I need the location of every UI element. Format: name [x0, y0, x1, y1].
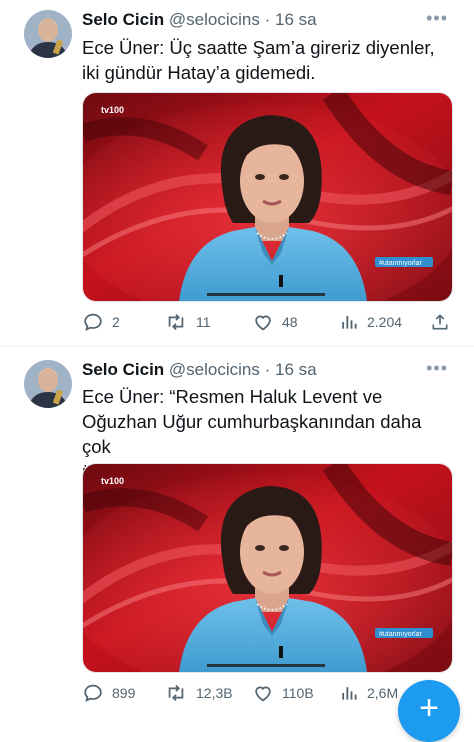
more-horizontal-icon[interactable]: •••	[426, 358, 448, 379]
heart-icon	[255, 686, 271, 702]
reply-count: 2	[112, 314, 120, 330]
author-name[interactable]: Selo Cicin	[82, 360, 164, 379]
tweet-time[interactable]: 16 sa	[275, 360, 317, 379]
views-button[interactable]: 2.204	[339, 311, 402, 333]
share-button[interactable]	[430, 311, 450, 333]
author-handle[interactable]: @selocicins	[169, 10, 260, 29]
plus-icon: +	[419, 689, 439, 727]
view-count: 2.204	[367, 314, 403, 330]
retweet-button[interactable]: 12,3B	[164, 682, 233, 704]
reply-icon	[84, 313, 102, 331]
separator-dot: ·	[264, 10, 271, 29]
retweet-icon	[168, 314, 184, 330]
share-icon	[432, 314, 448, 330]
news-anchor-image: tv100 #utanmıyorlar	[83, 464, 452, 672]
tweet-media[interactable]: tv100 #utanmıyorlar	[82, 92, 453, 302]
heart-icon	[255, 315, 271, 331]
reply-button[interactable]: 899	[82, 682, 135, 704]
tweet-text-line: Ece Üner: “Resmen Haluk Levent ve	[82, 386, 383, 407]
like-count: 48	[282, 314, 298, 330]
compose-button[interactable]: +	[398, 680, 460, 742]
like-button[interactable]: 110B	[252, 682, 314, 704]
avatar[interactable]	[24, 10, 72, 58]
retweet-count: 12,3B	[196, 685, 233, 701]
more-horizontal-icon[interactable]: •••	[426, 8, 448, 29]
overlay-tag: #utanmıyorlar	[379, 260, 422, 267]
tweet-media[interactable]: tv100 #utanmıyorlar	[82, 463, 453, 673]
like-button[interactable]: 48	[252, 311, 298, 333]
tweet-text-line: iki gündür Hatay’a gidemedi.	[82, 62, 316, 83]
reply-count: 899	[112, 685, 136, 701]
channel-logo: tv100	[101, 105, 124, 115]
analytics-icon	[342, 687, 357, 700]
channel-logo: tv100	[101, 476, 124, 486]
retweet-button[interactable]: 11	[164, 311, 211, 333]
views-button[interactable]: 2,6M	[339, 682, 398, 704]
action-bar: 2 11 48 2.204	[82, 311, 454, 335]
analytics-icon	[342, 316, 357, 329]
news-anchor-image: tv100 #utanmıyorlar	[83, 93, 452, 301]
reply-button[interactable]: 2	[82, 311, 120, 333]
tweet-text-line: Oğuzhan Uğur cumhurbaşkanından daha çok	[82, 411, 422, 457]
author-handle[interactable]: @selocicins	[169, 360, 260, 379]
tweet-text: Ece Üner: Üç saatte Şam’a gireriz diyenl…	[82, 35, 452, 85]
view-count: 2,6M	[367, 685, 399, 701]
overlay-tag: #utanmıyorlar	[379, 631, 422, 638]
author-name[interactable]: Selo Cicin	[82, 10, 164, 29]
divider	[0, 346, 474, 347]
tweet-time[interactable]: 16 sa	[275, 10, 317, 29]
avatar[interactable]	[24, 360, 72, 408]
retweet-icon	[168, 685, 184, 701]
tweet-text-line: Ece Üner: Üç saatte Şam’a gireriz diyenl…	[82, 37, 435, 58]
separator-dot: ·	[264, 360, 271, 379]
reply-icon	[84, 684, 102, 702]
retweet-count: 11	[196, 314, 211, 330]
like-count: 110B	[282, 685, 314, 701]
